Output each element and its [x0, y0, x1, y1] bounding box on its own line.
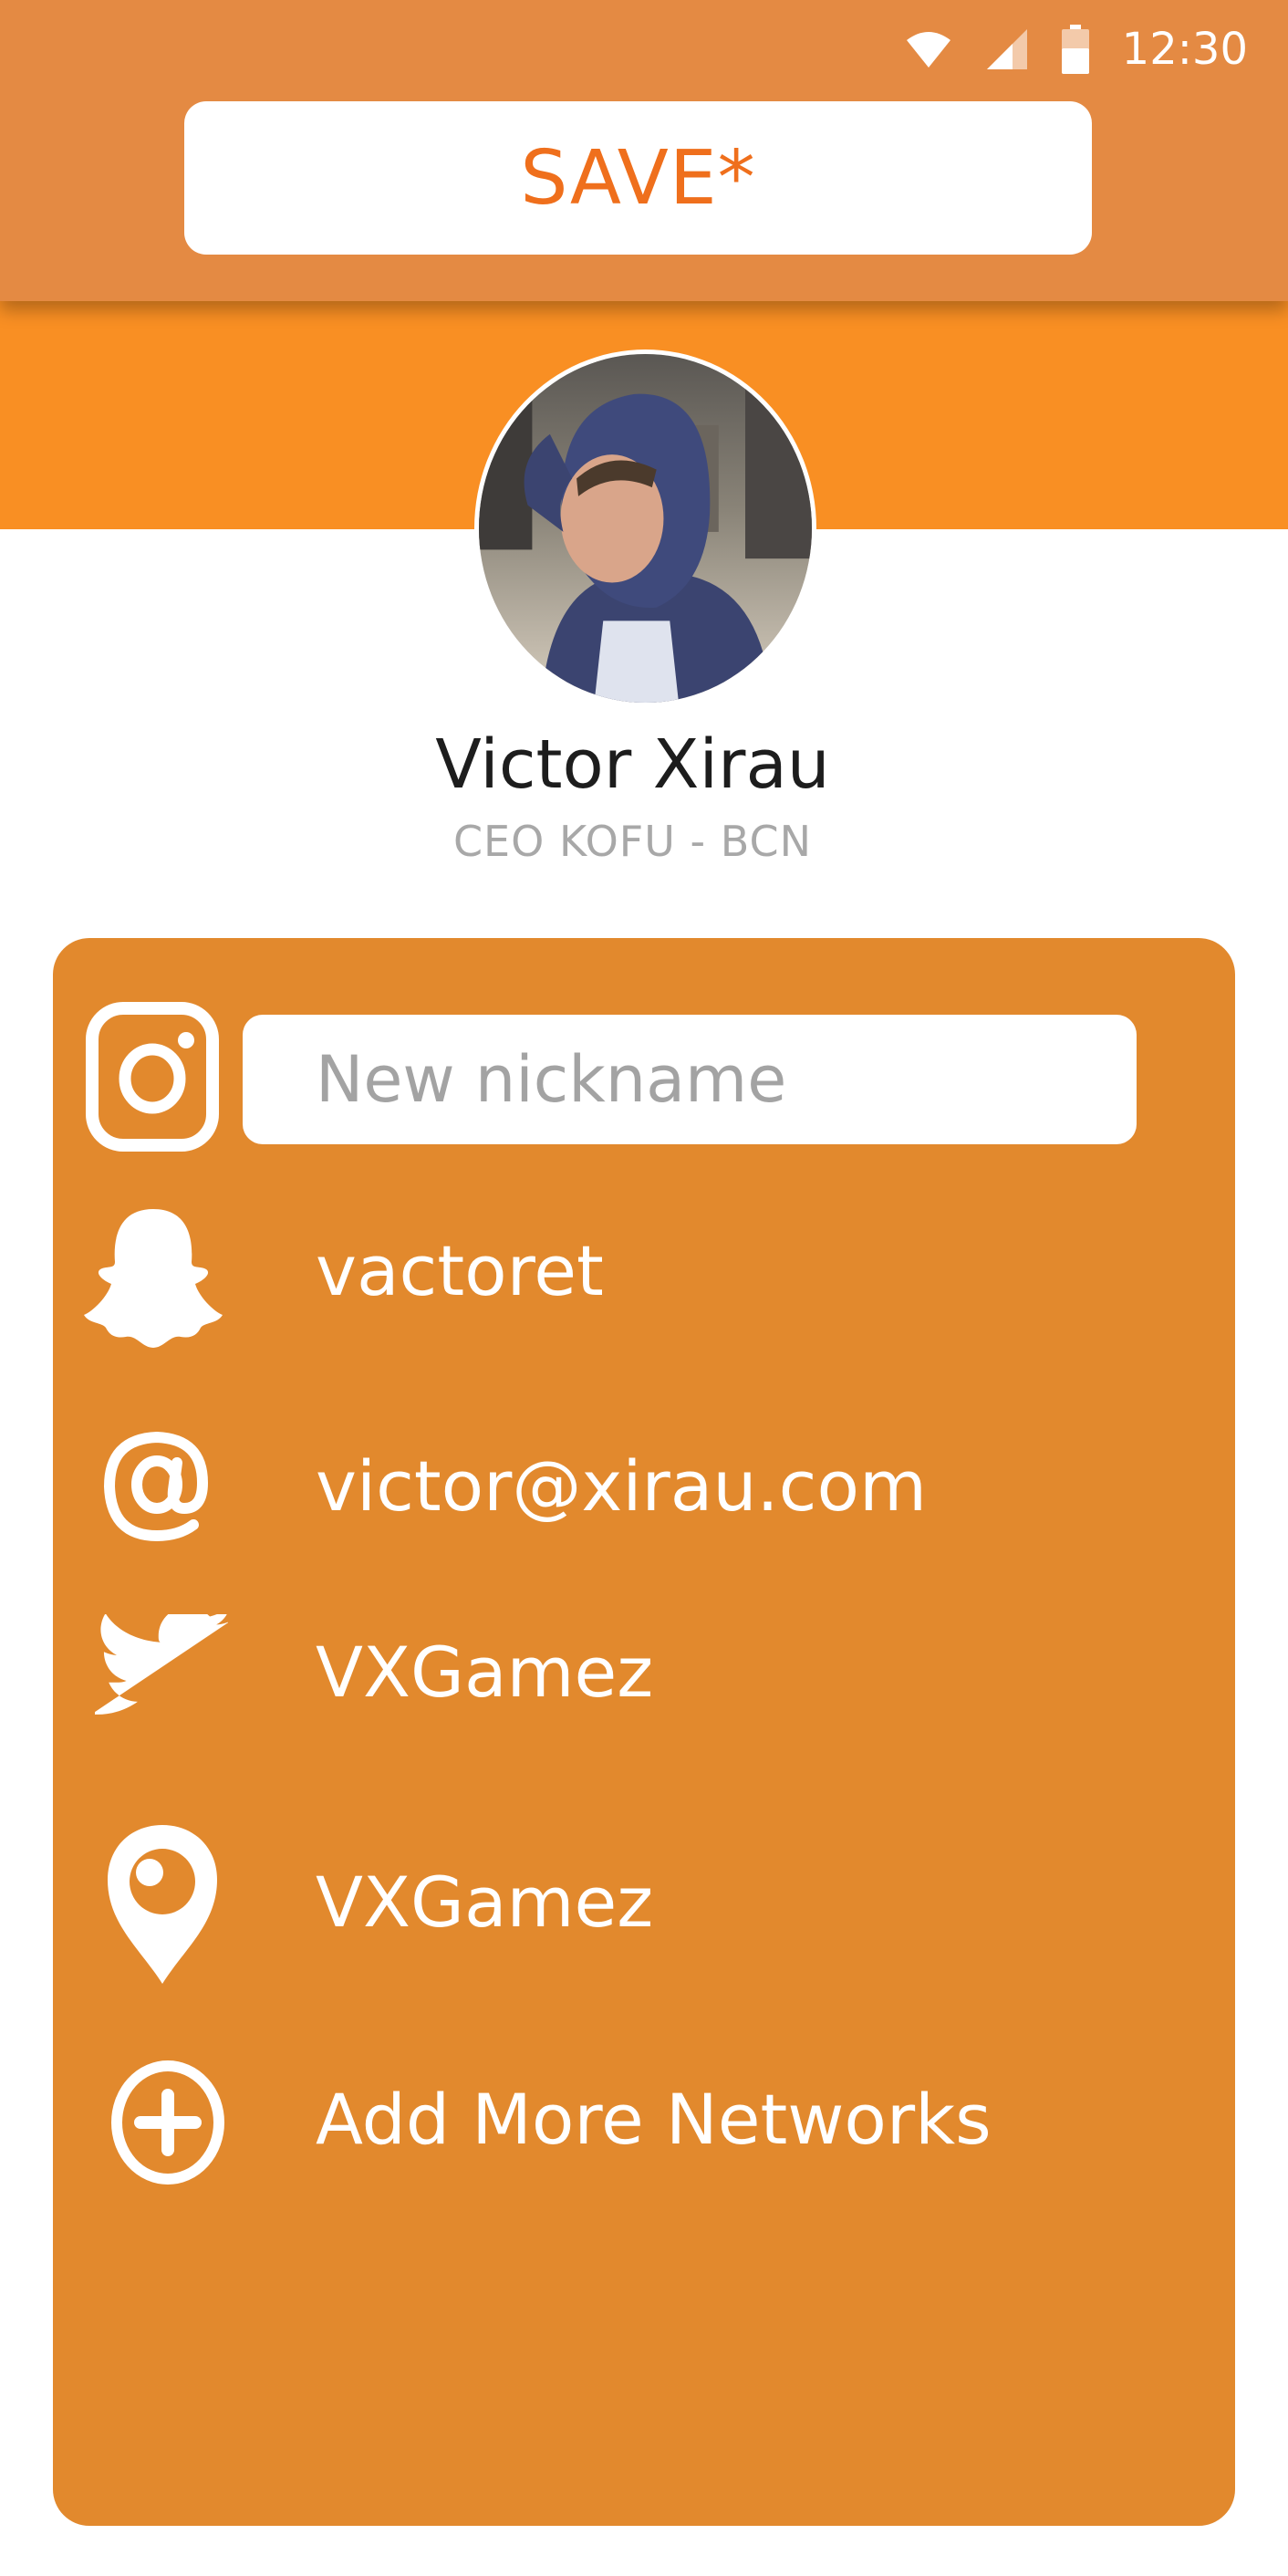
profile-name: Victor Xirau [435, 725, 830, 804]
battery-icon [1061, 25, 1089, 74]
top-app-bar: 12:30 SAVE* [0, 0, 1288, 301]
snapchat-username[interactable]: vactoret [316, 1230, 604, 1311]
instagram-nickname-input[interactable] [243, 1015, 1137, 1144]
status-time: 12:30 [1121, 24, 1248, 75]
avatar[interactable] [474, 349, 816, 707]
save-button[interactable]: SAVE* [184, 101, 1092, 255]
at-sign-icon [99, 1429, 213, 1543]
twitter-bird-icon [93, 1611, 230, 1730]
add-more-networks-button[interactable]: Add More Networks [316, 2079, 992, 2160]
networks-card: vactoret victor@xirau.com VXGamez VXGame… [53, 938, 1235, 2526]
periscope-pin-icon [99, 1819, 226, 1987]
wifi-icon [905, 29, 952, 69]
profile-edit-screen: 12:30 SAVE* Victor Xirau CEO KOFU - BCN … [0, 0, 1288, 2576]
signal-icon [985, 27, 1029, 71]
plus-circle-icon[interactable] [106, 2056, 229, 2188]
twitter-handle[interactable]: VXGamez [316, 1632, 653, 1713]
periscope-handle[interactable]: VXGamez [316, 1862, 653, 1943]
instagram-icon [84, 1000, 221, 1153]
profile-title: CEO KOFU - BCN [452, 817, 813, 866]
status-bar: 12:30 [905, 16, 1248, 82]
snapchat-ghost-icon[interactable] [80, 1203, 226, 1353]
email-address[interactable]: victor@xirau.com [316, 1445, 927, 1527]
